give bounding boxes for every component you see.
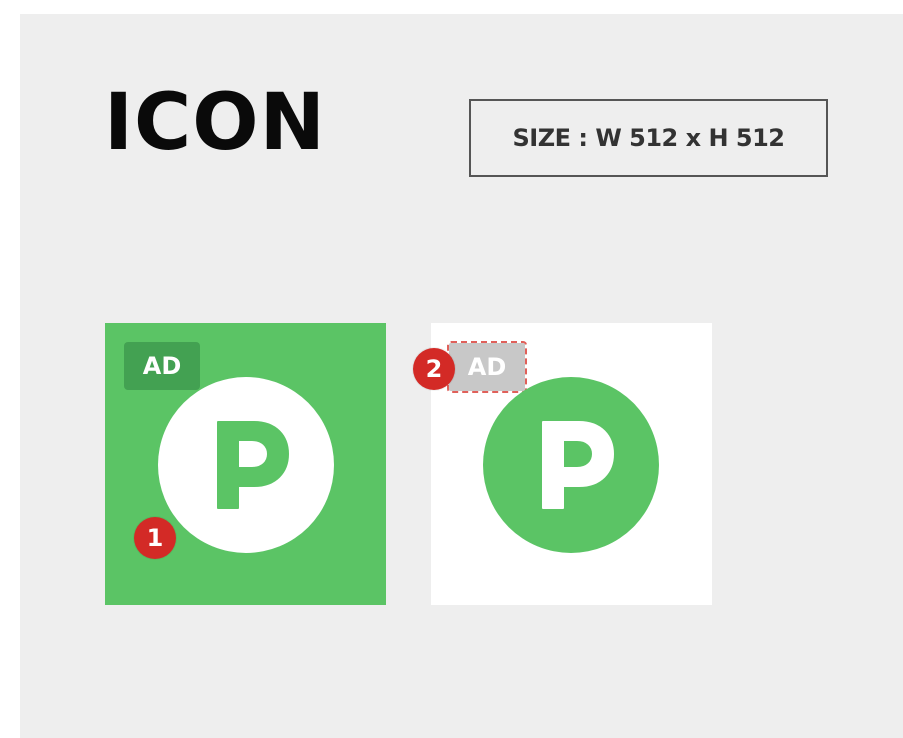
- annotation-marker-1: 1: [134, 517, 176, 559]
- annotation-marker-2: 2: [413, 348, 455, 390]
- parking-circle: [158, 377, 334, 553]
- size-label: SIZE : W 512 x H 512: [512, 124, 785, 152]
- page-title: ICON: [104, 78, 326, 168]
- ad-badge-highlighted: AD: [447, 341, 527, 393]
- size-label-box: SIZE : W 512 x H 512: [469, 99, 828, 177]
- parking-p-icon: [217, 421, 289, 509]
- icon-preview-green: AD: [105, 323, 386, 605]
- icon-preview-white: AD: [431, 323, 712, 605]
- parking-circle: [483, 377, 659, 553]
- ad-badge: AD: [124, 342, 200, 390]
- parking-p-icon: [542, 421, 614, 509]
